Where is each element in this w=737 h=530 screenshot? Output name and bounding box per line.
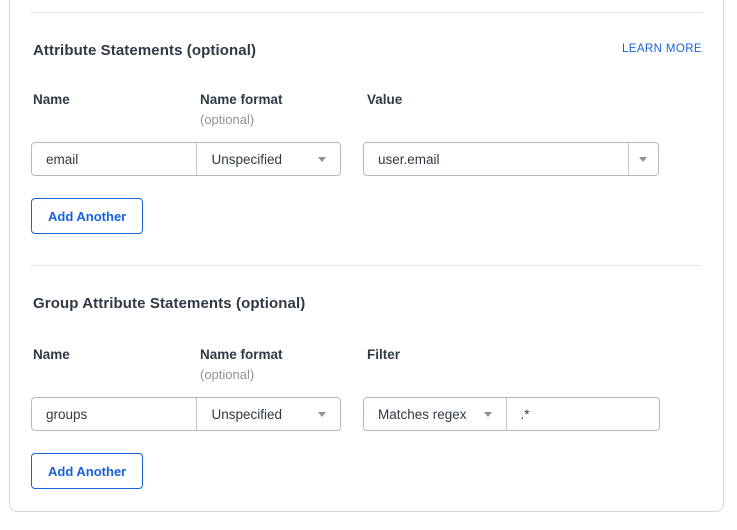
group-filter-value-input[interactable] xyxy=(507,398,659,430)
group-filter-value-segment xyxy=(506,398,659,430)
attribute-name-input[interactable] xyxy=(32,143,196,175)
group-filter-type-value: Matches regex xyxy=(364,407,467,422)
group-filter-type-select[interactable]: Matches regex xyxy=(364,398,506,430)
attribute-value-segment xyxy=(364,143,628,175)
group-name-format-value: Unspecified xyxy=(197,407,282,422)
chevron-down-icon xyxy=(318,412,326,417)
group-row-filter-group: Matches regex xyxy=(363,397,660,431)
attribute-row-name-group: Unspecified xyxy=(31,142,341,176)
name-format-optional-hint: (optional) xyxy=(200,112,254,127)
attribute-name-format-value: Unspecified xyxy=(197,152,282,167)
attribute-name-format-select[interactable]: Unspecified xyxy=(196,143,340,175)
settings-card xyxy=(9,0,724,512)
attribute-statements-title: Attribute Statements (optional) xyxy=(33,42,256,59)
group-name-format-select[interactable]: Unspecified xyxy=(196,398,340,430)
chevron-down-icon xyxy=(484,412,492,417)
learn-more-link[interactable]: LEARN MORE xyxy=(622,43,702,55)
section-divider-middle xyxy=(31,265,702,266)
attribute-name-segment xyxy=(32,143,196,175)
chevron-down-icon xyxy=(639,157,647,162)
column-label-name-format: Name format xyxy=(200,92,283,107)
group-column-label-name-format: Name format xyxy=(200,347,283,362)
group-name-segment xyxy=(32,398,196,430)
attribute-value-dropdown-button[interactable] xyxy=(628,143,658,175)
group-column-label-name: Name xyxy=(33,347,70,362)
group-attribute-statements-title: Group Attribute Statements (optional) xyxy=(33,295,305,312)
attribute-value-input[interactable] xyxy=(364,143,628,175)
group-row-name-group: Unspecified xyxy=(31,397,341,431)
attribute-row-value-group xyxy=(363,142,659,176)
group-column-label-filter: Filter xyxy=(367,347,400,362)
add-another-attribute-button[interactable]: Add Another xyxy=(31,198,143,234)
group-name-format-optional-hint: (optional) xyxy=(200,367,254,382)
chevron-down-icon xyxy=(318,157,326,162)
group-name-input[interactable] xyxy=(32,398,196,430)
column-label-value: Value xyxy=(367,92,402,107)
column-label-name: Name xyxy=(33,92,70,107)
add-another-group-attribute-button[interactable]: Add Another xyxy=(31,453,143,489)
section-divider-top xyxy=(31,12,702,13)
